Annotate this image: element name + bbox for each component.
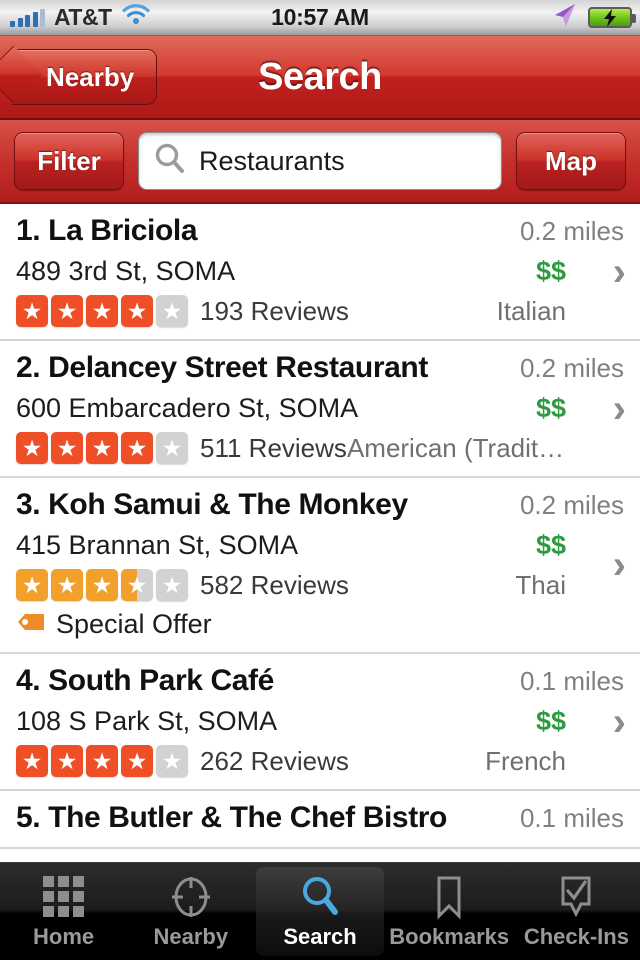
business-name: 1. La Briciola [16, 214, 198, 247]
chevron-right-icon: › [612, 699, 626, 744]
special-offer-label: Special Offer [56, 609, 212, 639]
price-range: $$ [535, 706, 566, 736]
tab-bar: Home Nearby Search Bookmarks Check-Ins [0, 862, 640, 960]
result-row[interactable]: 2. Delancey Street Restaurant 0.2 miles 60… [0, 341, 640, 478]
star-icon: ★ [51, 295, 83, 327]
search-magnifier-icon [298, 874, 342, 920]
special-offer[interactable]: Special Offer [16, 609, 624, 640]
tab-home[interactable]: Home [0, 863, 127, 960]
business-name: 3. Koh Samui & The Monkey [16, 488, 408, 521]
business-name: 2. Delancey Street Restaurant [16, 351, 428, 384]
tab-bookmarks[interactable]: Bookmarks [386, 863, 513, 960]
search-magnifier-icon [153, 142, 187, 181]
star-icon: ★ [86, 569, 118, 601]
star-icon: ★ [16, 432, 48, 464]
business-address: 600 Embarcadero St, SOMA [16, 393, 359, 423]
star-icon: ★ [86, 745, 118, 777]
chevron-right-icon: › [612, 543, 626, 587]
business-address: 108 S Park St, SOMA [16, 706, 278, 736]
star-icon: ★ [121, 745, 153, 777]
crosshair-icon [169, 874, 213, 920]
distance-label: 0.2 miles [519, 490, 624, 520]
star-icon: ★ [16, 745, 48, 777]
star-icon: ★ [86, 295, 118, 327]
checkmark-badge-icon [555, 874, 597, 920]
business-address: 415 Brannan St, SOMA [16, 530, 299, 560]
business-name: 4. South Park Café [16, 664, 274, 697]
review-count: 582 Reviews [200, 569, 349, 600]
star-rating: ★ ★ ★ ★ ★ [16, 295, 188, 327]
tab-label: Check-Ins [523, 923, 629, 949]
business-name: 5. The Butler & The Chef Bistro [16, 801, 447, 834]
search-input-value: Restaurants [199, 145, 345, 176]
review-count: 262 Reviews [200, 745, 349, 776]
bookmark-icon [429, 874, 469, 920]
tab-label: Bookmarks [389, 923, 510, 949]
category-label: French [485, 745, 566, 776]
star-icon: ★ [156, 432, 188, 464]
price-range: $$ [535, 256, 566, 286]
star-icon: ★ [16, 295, 48, 327]
star-rating: ★ ★ ★ ★ ★ [16, 569, 188, 601]
review-count: 511 Reviews [200, 432, 347, 463]
star-icon: ★ [156, 569, 188, 601]
star-icon: ★ [51, 432, 83, 464]
status-bar: AT&T 10:57 AM [0, 0, 640, 36]
price-range: $$ [535, 530, 566, 560]
category-label: Thai [515, 569, 566, 600]
tab-check-ins[interactable]: Check-Ins [513, 863, 640, 960]
result-row[interactable]: 3. Koh Samui & The Monkey 0.2 miles 415 Br… [0, 478, 640, 654]
filter-button-label: Filter [37, 145, 101, 176]
star-icon: ★ [121, 569, 153, 601]
star-icon: ★ [16, 569, 48, 601]
filter-button[interactable]: Filter [14, 132, 124, 190]
distance-label: 0.2 miles [519, 216, 624, 246]
tab-label: Search [283, 923, 357, 949]
search-input[interactable]: Restaurants [138, 132, 502, 190]
star-icon: ★ [51, 569, 83, 601]
star-rating: ★ ★ ★ ★ ★ [16, 745, 188, 777]
star-icon: ★ [86, 432, 118, 464]
tab-nearby[interactable]: Nearby [127, 863, 254, 960]
result-row[interactable]: 1. La Briciola 0.2 miles 489 3rd St, SOMA $… [0, 204, 640, 341]
navigation-bar: Nearby Search [0, 36, 640, 120]
chevron-right-icon: › [612, 249, 626, 294]
grid-icon [43, 874, 85, 920]
category-label: American (Tradition… [346, 432, 566, 463]
price-range: $$ [535, 393, 566, 423]
star-icon: ★ [121, 295, 153, 327]
result-row[interactable]: 5. The Butler & The Chef Bistro 0.1 miles [0, 791, 640, 849]
star-icon: ★ [51, 745, 83, 777]
distance-label: 0.1 miles [519, 803, 624, 833]
review-count: 193 Reviews [200, 295, 349, 326]
category-label: Italian [496, 295, 566, 326]
yelp-search-screen: AT&T 10:57 AM Nearby Search Filter Resta… [0, 0, 640, 960]
price-tag-icon [16, 611, 46, 638]
map-button[interactable]: Map [516, 132, 626, 190]
distance-label: 0.2 miles [519, 353, 624, 383]
back-button-label: Nearby [46, 61, 135, 92]
map-button-label: Map [545, 145, 597, 176]
back-button-nearby[interactable]: Nearby [12, 49, 158, 105]
clock-label: 10:57 AM [271, 4, 369, 30]
search-results-list[interactable]: 1. La Briciola 0.2 miles 489 3rd St, SOMA $… [0, 204, 640, 858]
star-icon: ★ [156, 745, 188, 777]
distance-label: 0.1 miles [519, 666, 624, 696]
search-toolbar: Filter Restaurants Map [0, 120, 640, 204]
star-icon: ★ [156, 295, 188, 327]
result-row[interactable]: 4. South Park Café 0.1 miles 108 S Park St… [0, 654, 640, 791]
chevron-right-icon: › [612, 386, 626, 431]
star-icon: ★ [121, 432, 153, 464]
battery-charging-icon [588, 7, 636, 28]
tab-search[interactable]: Search [256, 867, 384, 956]
star-rating: ★ ★ ★ ★ ★ [16, 432, 188, 464]
business-address: 489 3rd St, SOMA [16, 256, 236, 286]
tab-label: Nearby [153, 923, 229, 949]
tab-label: Home [33, 923, 95, 949]
